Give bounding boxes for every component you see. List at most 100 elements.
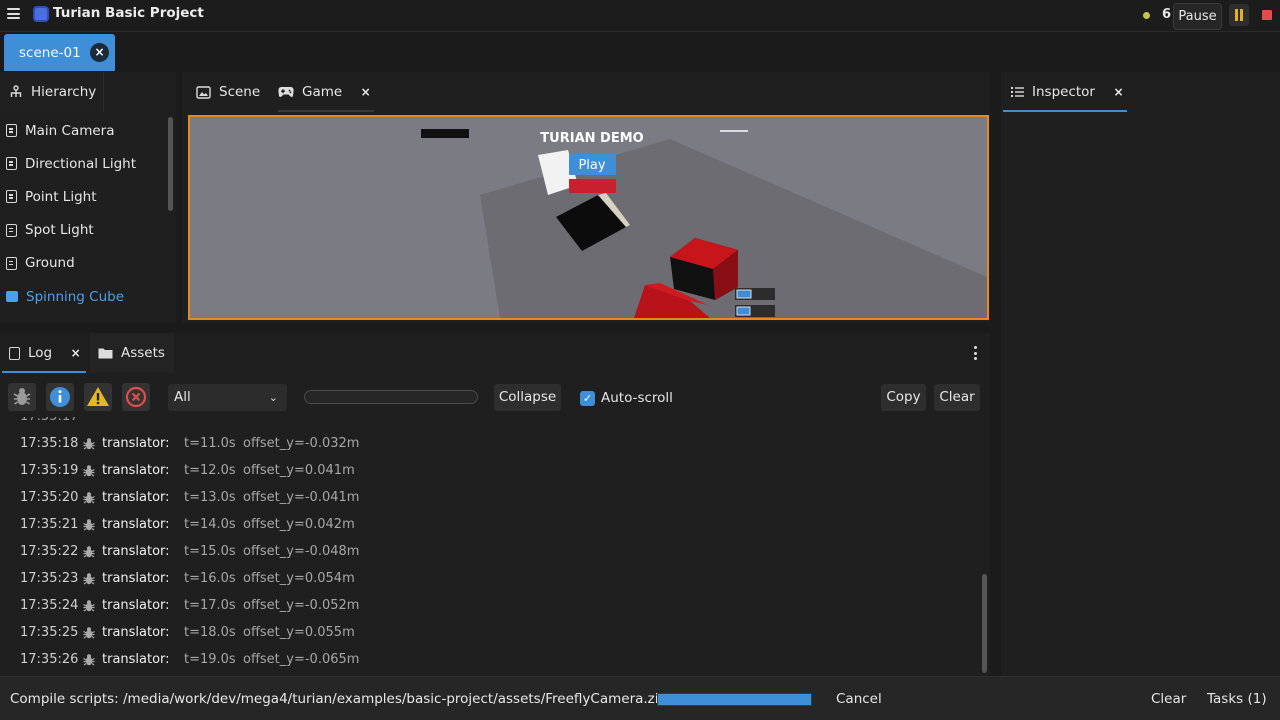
log-time-value: t=13.0s <box>184 490 236 505</box>
bug-icon <box>13 388 31 405</box>
tab-log-label: Log <box>28 345 53 361</box>
autoscroll-checkbox[interactable]: ✓ <box>580 391 595 406</box>
hierarchy-item-directional-light[interactable]: Directional Light <box>0 147 170 180</box>
pause-icon[interactable] <box>1229 4 1249 26</box>
error-icon <box>125 386 147 408</box>
log-line[interactable]: 17:35:24 translator: t=17.0s offset_y=-0… <box>0 598 980 618</box>
hierarchy-item-spot-light[interactable]: Spot Light <box>0 214 170 247</box>
log-line[interactable]: 17:35:25 translator: t=18.0s offset_y=0.… <box>0 625 980 645</box>
hierarchy-item-label: Main Camera <box>25 122 115 139</box>
hierarchy-list: Main Camera Directional Light Point Ligh… <box>0 114 170 313</box>
log-timestamp: 17:35:19 <box>20 463 79 478</box>
log-time-value: t=15.0s <box>184 544 236 559</box>
copy-button[interactable]: Copy <box>881 384 926 411</box>
log-line[interactable]: 17:35:22 translator: t=15.0s offset_y=-0… <box>0 544 980 564</box>
info-filter-button[interactable] <box>46 383 74 411</box>
log-line[interactable]: 17:35:19 translator: t=12.0s offset_y=0.… <box>0 463 980 483</box>
hierarchy-item-spinning-cube[interactable]: Spinning Cube <box>0 280 170 313</box>
warning-filter-button[interactable] <box>84 383 112 411</box>
debug-filter-button[interactable] <box>8 383 36 411</box>
log-timestamp: 17:35:23 <box>20 571 79 586</box>
document-icon <box>6 190 17 204</box>
app-logo-icon <box>33 6 49 22</box>
active-tab-indicator <box>2 371 86 373</box>
game-viewport[interactable]: Play TURIAN DEMO <box>188 115 989 320</box>
log-line[interactable]: 17:35:26 translator: t=19.0s offset_y=-0… <box>0 652 980 672</box>
hierarchy-item-ground[interactable]: Ground <box>0 247 170 280</box>
bug-icon <box>83 465 95 477</box>
bug-icon <box>83 492 95 504</box>
document-icon <box>6 124 17 138</box>
error-filter-button[interactable] <box>122 383 150 411</box>
tab-scene-01[interactable]: scene-01 × <box>4 34 115 71</box>
stop-icon[interactable] <box>1262 10 1272 20</box>
log-search-input[interactable] <box>304 390 478 404</box>
hierarchy-item-label: Spinning Cube <box>26 288 125 305</box>
tab-assets[interactable]: Assets <box>90 333 174 373</box>
progress-fill <box>658 694 811 705</box>
log-source: translator: <box>102 490 170 505</box>
warning-icon <box>87 387 109 406</box>
info-icon <box>50 387 70 407</box>
log-source: translator: <box>102 625 170 640</box>
log-message: offset_y=-0.032m <box>243 436 360 451</box>
title-bar: Turian Basic Project 6 Pause <box>0 0 1280 32</box>
document-icon <box>9 346 20 360</box>
tab-game-label: Game <box>302 84 343 100</box>
cube-icon <box>6 291 18 303</box>
bug-icon <box>83 438 95 450</box>
pause-button[interactable]: Pause <box>1173 3 1222 30</box>
scene-tab-bar: scene-01 × <box>0 32 1280 72</box>
tab-scene[interactable]: Scene <box>196 72 272 112</box>
log-timestamp: 17:35:20 <box>20 490 79 505</box>
log-message: offset_y=-0.048m <box>243 544 360 559</box>
active-tab-indicator <box>278 110 374 112</box>
clear-log-button[interactable]: Clear <box>934 384 980 411</box>
clear-tasks-button[interactable]: Clear <box>1151 691 1186 707</box>
close-icon[interactable]: × <box>90 43 109 62</box>
log-time-value: t=18.0s <box>184 625 236 640</box>
hierarchy-item-main-camera[interactable]: Main Camera <box>0 114 170 147</box>
log-line[interactable]: 17:35:20 translator: t=13.0s offset_y=-0… <box>0 490 980 510</box>
inspector-panel: Inspector × <box>1001 72 1280 676</box>
tab-game[interactable]: Game × <box>278 72 374 112</box>
log-filter-select[interactable]: All ⌄ <box>168 384 287 411</box>
close-icon[interactable]: × <box>1111 85 1126 100</box>
hierarchy-item-point-light[interactable]: Point Light <box>0 180 170 213</box>
close-icon[interactable]: × <box>358 85 373 100</box>
log-source: translator: <box>102 571 170 586</box>
log-line[interactable]: 17:35:23 translator: t=16.0s offset_y=0.… <box>0 571 980 591</box>
log-message: offset_y=-0.052m <box>243 598 360 613</box>
hierarchy-item-label: Ground <box>25 255 75 272</box>
log-message: offset_y=-0.041m <box>243 490 360 505</box>
tab-hierarchy[interactable]: Hierarchy <box>0 72 104 112</box>
document-icon <box>6 157 17 171</box>
hierarchy-panel: Hierarchy Main Camera Directional Light … <box>0 72 176 322</box>
cancel-button[interactable]: Cancel <box>836 691 882 707</box>
tasks-button[interactable]: Tasks (1) <box>1207 691 1267 707</box>
log-source: translator: <box>102 544 170 559</box>
close-icon[interactable]: × <box>68 346 83 361</box>
log-scrollbar[interactable] <box>982 574 987 673</box>
collapse-button[interactable]: Collapse <box>494 384 561 411</box>
game-play-button-label: Play <box>578 158 605 173</box>
status-message: Compile scripts: /media/work/dev/mega4/t… <box>10 691 668 707</box>
image-icon <box>196 85 211 99</box>
log-timestamp: 17:35:21 <box>20 517 79 532</box>
more-options-icon[interactable] <box>974 346 978 362</box>
log-source: translator: <box>102 652 170 667</box>
log-timestamp: 17:35:18 <box>20 436 79 451</box>
tab-assets-label: Assets <box>121 345 165 361</box>
log-time-value: t=19.0s <box>184 652 236 667</box>
log-line[interactable]: 17:35:21 translator: t=14.0s offset_y=0.… <box>0 517 980 537</box>
log-line[interactable]: 17:35:18 translator: t=11.0s offset_y=-0… <box>0 436 980 456</box>
log-message: offset_y=0.054m <box>243 571 355 586</box>
hamburger-menu-icon[interactable] <box>7 8 20 19</box>
log-timestamp: 17:35:25 <box>20 625 79 640</box>
log-source: translator: <box>102 463 170 478</box>
log-time-value: t=11.0s <box>184 436 236 451</box>
hierarchy-scrollbar[interactable] <box>168 117 173 211</box>
tab-log[interactable]: Log × <box>2 333 86 373</box>
log-panel: Log × Assets All ⌄ Collapse ✓ Auto-scrol… <box>0 333 990 676</box>
tab-inspector[interactable]: Inspector × <box>1003 72 1127 112</box>
